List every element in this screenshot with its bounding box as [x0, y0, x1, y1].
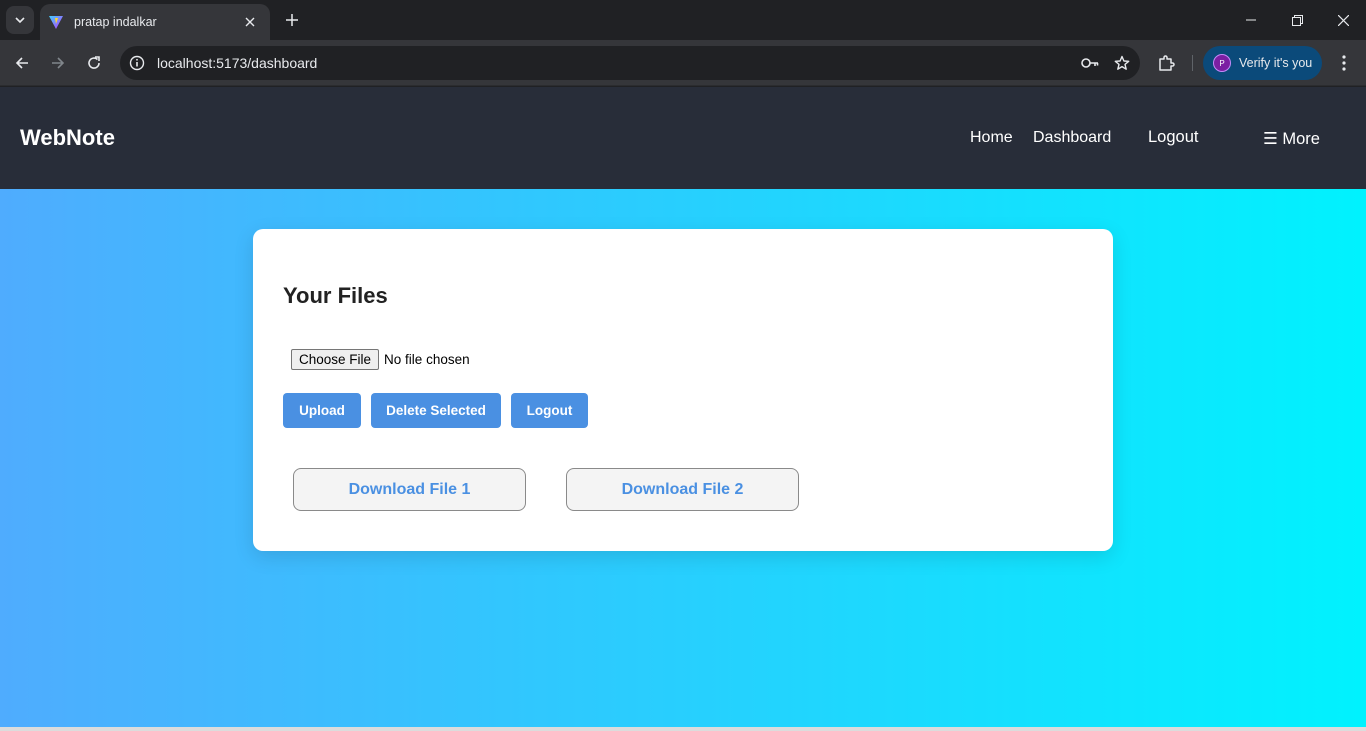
- vite-favicon-icon: [49, 16, 63, 29]
- reload-button[interactable]: [80, 49, 108, 77]
- bookmark-button[interactable]: [1108, 49, 1136, 77]
- file-input[interactable]: Choose File No file chosen: [291, 349, 470, 370]
- browser-tab[interactable]: pratap indalkar: [40, 4, 270, 40]
- choose-file-button[interactable]: Choose File: [291, 349, 380, 370]
- site-info-button[interactable]: [123, 49, 151, 77]
- close-window-icon: [1337, 14, 1349, 26]
- minimize-button[interactable]: [1231, 6, 1271, 34]
- chevron-down-icon: [15, 17, 25, 24]
- nav-more-menu[interactable]: ☰ More: [1263, 129, 1320, 149]
- close-icon: [245, 17, 255, 27]
- browser-toolbar: localhost:5173/dashboard P Verify it's y…: [0, 40, 1366, 86]
- nav-logout-button[interactable]: Logout: [1148, 128, 1198, 147]
- upload-button[interactable]: Upload: [283, 393, 361, 428]
- app-navbar: WebNote Home Dashboard Logout ☰ More: [0, 87, 1366, 189]
- password-manager-button[interactable]: [1076, 49, 1104, 77]
- extensions-icon: [1159, 55, 1175, 71]
- site-info-icon: [129, 55, 145, 71]
- page-viewport: WebNote Home Dashboard Logout ☰ More You…: [0, 87, 1366, 731]
- file-status-text: No file chosen: [384, 352, 470, 367]
- new-tab-button[interactable]: [280, 8, 304, 32]
- reload-icon: [88, 56, 100, 69]
- delete-selected-button[interactable]: Delete Selected: [371, 393, 501, 428]
- extensions-button[interactable]: [1152, 49, 1180, 77]
- tab-list-button[interactable]: [6, 6, 34, 34]
- plus-icon: [286, 14, 298, 26]
- address-bar[interactable]: localhost:5173/dashboard: [120, 46, 1140, 80]
- profile-button[interactable]: P Verify it's you: [1203, 46, 1322, 80]
- nav-link-dashboard[interactable]: Dashboard: [1033, 129, 1111, 147]
- nav-link-home[interactable]: Home: [970, 129, 1013, 147]
- tab-close-button[interactable]: [240, 12, 260, 32]
- browser-tab-bar: pratap indalkar: [0, 0, 1366, 40]
- avatar: P: [1213, 54, 1231, 72]
- page-title: Your Files: [283, 283, 388, 308]
- download-file-2-button[interactable]: Download File 2: [566, 468, 799, 511]
- horizontal-scrollbar[interactable]: [0, 727, 1366, 731]
- download-file-1-button[interactable]: Download File 1: [293, 468, 526, 511]
- forward-button[interactable]: [44, 49, 72, 77]
- toolbar-divider: [1192, 55, 1193, 71]
- files-card: Your Files Choose File No file chosen Up…: [253, 229, 1113, 551]
- more-vert-icon: [1342, 55, 1346, 71]
- close-window-button[interactable]: [1323, 6, 1363, 34]
- brand-logo[interactable]: WebNote: [20, 125, 115, 151]
- forward-icon: [52, 57, 65, 69]
- star-icon: [1114, 55, 1130, 70]
- back-icon: [15, 57, 28, 69]
- url-text: localhost:5173/dashboard: [157, 55, 318, 71]
- minimize-icon: [1246, 19, 1256, 21]
- restore-icon: [1291, 14, 1303, 26]
- restore-button[interactable]: [1277, 6, 1317, 34]
- profile-label: Verify it's you: [1239, 56, 1313, 70]
- tab-title: pratap indalkar: [74, 15, 157, 29]
- browser-menu-button[interactable]: [1330, 49, 1358, 77]
- logout-button[interactable]: Logout: [511, 393, 588, 428]
- key-icon: [1081, 58, 1099, 68]
- back-button[interactable]: [8, 49, 36, 77]
